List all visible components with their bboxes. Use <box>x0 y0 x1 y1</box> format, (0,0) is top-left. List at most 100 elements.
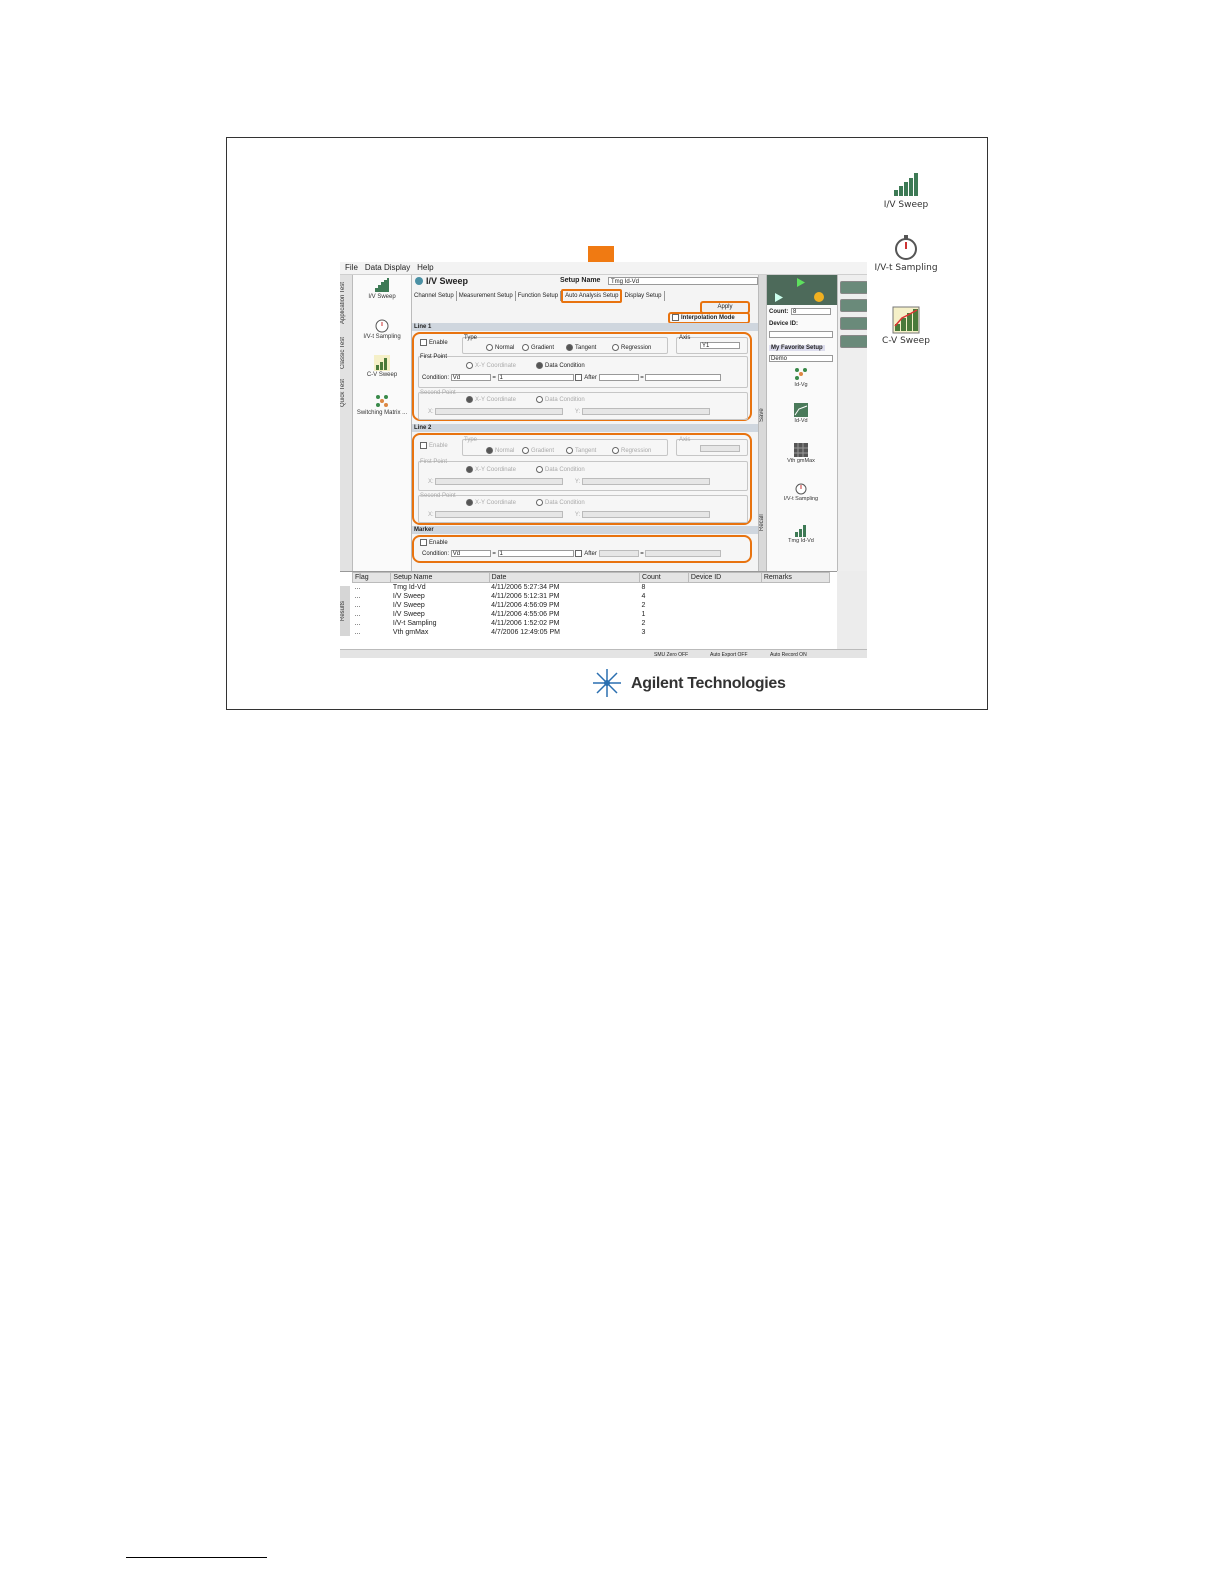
vertical-tab-strip: Application Test Classic Test Quick Test <box>340 275 353 571</box>
line1-type-gradient[interactable]: Gradient <box>522 344 554 351</box>
device-id-field[interactable] <box>769 331 833 338</box>
table-row[interactable]: ... Tmg Id-Vd 4/11/2006 5:27:34 PM 8 <box>353 583 830 593</box>
mode-button-1[interactable] <box>840 281 867 294</box>
line2-xy-coordinate-radio[interactable]: X-Y Coordinate <box>466 466 516 473</box>
line1-after-field[interactable] <box>598 374 639 381</box>
checkbox-checked <box>672 314 679 321</box>
line1-second-xy-radio[interactable]: X-Y Coordinate <box>466 396 516 403</box>
line1-after-value-field[interactable] <box>645 374 722 381</box>
menu-data-display[interactable]: Data Display <box>365 262 410 274</box>
line1-condition-var-field[interactable]: Vd <box>450 374 491 381</box>
line1-axis-label: Axis <box>679 335 691 341</box>
slide-frame: I/V Sweep I/V-t Sampling C-V Sweep File … <box>226 137 988 710</box>
mode-button-4[interactable] <box>840 335 867 348</box>
table-row[interactable]: ... I/V Sweep 4/11/2006 4:55:06 PM 1 <box>353 610 830 619</box>
line2-axis-select[interactable] <box>700 445 740 452</box>
line2-axis-label: Axis <box>679 437 691 443</box>
line1-second-data-condition-radio[interactable]: Data Condition <box>536 396 585 403</box>
favorite-id-vg[interactable]: Id-Vg <box>768 367 834 388</box>
setup-title-bar: I/V Sweep Setup Name Tmg Id-Vd <box>412 275 758 288</box>
desktop-icon-cv-sweep[interactable]: C-V Sweep <box>871 306 941 346</box>
count-field[interactable]: 8 <box>791 308 831 315</box>
desktop-icon-label: I/V-t Sampling <box>874 263 938 273</box>
desktop-icon-iv-sweep[interactable]: I/V Sweep <box>871 170 941 210</box>
results-table: Flag Setup Name Date Count Device ID Rem… <box>351 572 831 637</box>
line1-enable-checkbox[interactable]: Enable <box>420 339 448 346</box>
mode-button-3[interactable] <box>840 317 867 330</box>
marker-after-field[interactable] <box>598 550 639 557</box>
left-item-iv-sweep[interactable]: I/V Sweep <box>355 277 409 300</box>
id-vg-icon <box>794 367 808 381</box>
marker-enable-checkbox[interactable]: Enable <box>420 539 448 546</box>
line1-xy-coordinate-radio[interactable]: X-Y Coordinate <box>466 362 516 369</box>
device-id-label: Device ID: <box>769 321 799 327</box>
tab-classic-test[interactable]: Classic Test <box>340 333 352 373</box>
favorite-id-vd[interactable]: Id-Vd <box>768 403 834 424</box>
run-icon[interactable] <box>767 275 837 305</box>
results-tab[interactable]: Results <box>340 586 350 636</box>
tab-display-setup[interactable]: Display Setup <box>622 291 665 301</box>
line1-condition-value-field[interactable]: 1 <box>497 374 574 381</box>
mode-button-2[interactable] <box>840 299 867 312</box>
setup-name-label: Setup Name <box>560 277 601 284</box>
line1-type-label: Type <box>464 335 478 341</box>
favorite-setup-button[interactable]: My Favorite Setup <box>769 345 825 351</box>
line2-data-condition-radio[interactable]: Data Condition <box>536 466 585 473</box>
col-remarks[interactable]: Remarks <box>760 572 831 583</box>
status-smu-zero: SMU Zero OFF <box>654 652 689 658</box>
iv-sweep-icon <box>794 523 808 537</box>
status-bar: SMU Zero OFF Auto Export OFF Auto Record… <box>340 649 867 658</box>
menu-help[interactable]: Help <box>417 262 433 274</box>
menu-bar: File Data Display Help <box>340 262 867 275</box>
stopwatch-icon <box>374 317 390 333</box>
tab-quick-test[interactable]: Quick Test <box>340 375 352 411</box>
table-row[interactable]: ... I/V Sweep 4/11/2006 5:12:31 PM 4 <box>353 592 830 601</box>
status-auto-export: Auto Export OFF <box>710 652 748 658</box>
col-setup-name[interactable]: Setup Name <box>390 572 490 583</box>
tab-function-setup[interactable]: Function Setup <box>516 291 562 301</box>
test-type-panel: I/V Sweep I/V-t Sampling C-V Sweep Switc… <box>353 275 412 571</box>
left-item-label: C-V Sweep <box>366 372 398 378</box>
line1-type-tangent[interactable]: Tangent <box>566 344 596 351</box>
favorite-vth-gmmax[interactable]: Vth gmMax <box>768 443 834 464</box>
table-row[interactable]: ... Vth gmMax 4/7/2006 12:49:05 PM 3 <box>353 628 830 637</box>
table-row[interactable]: ... I/V Sweep 4/11/2006 4:56:09 PM 2 <box>353 601 830 610</box>
tab-measurement-setup[interactable]: Measurement Setup <box>457 291 516 301</box>
tab-channel-setup[interactable]: Channel Setup <box>412 291 457 301</box>
col-count[interactable]: Count <box>639 572 689 583</box>
line2-second-point-label: Second Point <box>420 493 456 499</box>
marker-condition-value-field[interactable]: 1 <box>497 550 574 557</box>
left-item-switching-matrix[interactable]: Switching Matrix ... <box>355 393 409 416</box>
tab-application-test[interactable]: Application Test <box>340 275 352 331</box>
setup-name-field[interactable]: Tmg Id-Vd <box>608 277 758 285</box>
line1-condition-row: Condition: Vd = 1 After = <box>422 374 722 381</box>
desktop-icon-label: C-V Sweep <box>882 336 930 346</box>
line1-type-normal[interactable]: Normal <box>486 344 514 351</box>
line2-type-tangent[interactable]: Tangent <box>566 447 596 454</box>
left-item-cv-sweep[interactable]: C-V Sweep <box>355 355 409 378</box>
switching-matrix-icon <box>374 393 390 409</box>
marker-condition-var-field[interactable]: Vd <box>450 550 491 557</box>
line1-type-regression[interactable]: Regression <box>612 344 651 351</box>
col-date[interactable]: Date <box>488 572 641 583</box>
left-item-ivt-sampling[interactable]: I/V-t Sampling <box>355 317 409 340</box>
line2-type-gradient[interactable]: Gradient <box>522 447 554 454</box>
line2-type-label: Type <box>464 437 478 443</box>
line2-enable-checkbox[interactable]: Enable <box>420 442 448 449</box>
menu-file[interactable]: File <box>345 262 358 274</box>
line2-second-xy-radio[interactable]: X-Y Coordinate <box>466 499 516 506</box>
line2-type-normal[interactable]: Normal <box>486 447 514 454</box>
tab-auto-analysis-setup[interactable]: Auto Analysis Setup <box>561 289 623 303</box>
table-row[interactable]: ... I/V-t Sampling 4/11/2006 1:52:02 PM 2 <box>353 619 830 628</box>
line2-type-regression[interactable]: Regression <box>612 447 651 454</box>
favorite-ivt-sampling[interactable]: I/V-t Sampling <box>768 481 834 502</box>
marker-after-value-field[interactable] <box>645 550 722 557</box>
favorite-setup-select[interactable]: Demo <box>769 355 833 362</box>
favorite-tmg-id-vd[interactable]: Tmg Id-Vd <box>768 523 834 544</box>
line2-second-data-condition-radio[interactable]: Data Condition <box>536 499 585 506</box>
col-device-id[interactable]: Device ID <box>687 572 762 583</box>
desktop-icon-ivt-sampling[interactable]: I/V-t Sampling <box>871 233 941 273</box>
col-flag[interactable]: Flag <box>351 572 392 583</box>
line1-data-condition-radio[interactable]: Data Condition <box>536 362 585 369</box>
line1-axis-select[interactable]: Y1 <box>700 342 740 349</box>
